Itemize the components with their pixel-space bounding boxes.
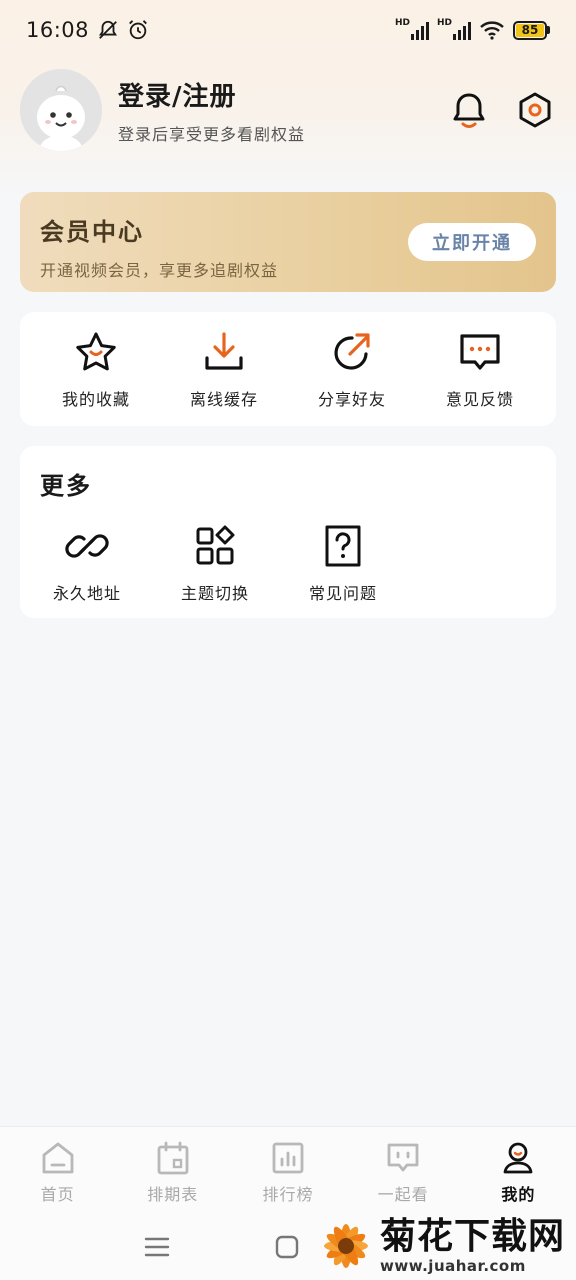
- nav-watch-together[interactable]: 一起看: [353, 1139, 453, 1212]
- menu-label: 我的收藏: [61, 390, 130, 409]
- wifi-icon: [480, 21, 504, 40]
- menu-label: 意见反馈: [445, 390, 514, 409]
- calendar-icon: [157, 1141, 189, 1175]
- nav-mine[interactable]: 我的: [468, 1139, 568, 1212]
- settings-button[interactable]: [516, 91, 554, 129]
- faq-icon: [325, 525, 361, 567]
- section-title: 更多: [40, 472, 92, 500]
- vip-center-card[interactable]: 会员中心 开通视频会员，享更多追剧权益 立即开通: [20, 192, 556, 292]
- watermark: 菊花下载网 www.juahar.com: [316, 1212, 576, 1280]
- nav-label: 一起看: [377, 1185, 429, 1204]
- nav-label: 排期表: [147, 1185, 199, 1204]
- status-time: 16:08: [26, 18, 90, 42]
- star-icon: [76, 332, 116, 371]
- signal-icon: HD: [395, 18, 429, 40]
- watermark-cn: 菊花下载网: [380, 1216, 566, 1257]
- home-square-icon[interactable]: [274, 1234, 300, 1260]
- menu-item-theme-switch[interactable]: 主题切换: [160, 524, 270, 604]
- notification-button[interactable]: [450, 91, 488, 129]
- menu-item-share[interactable]: 分享好友: [297, 330, 407, 426]
- battery-icon: 85: [513, 20, 550, 40]
- alarm-icon: [129, 20, 147, 40]
- bottom-nav: 首页 排期表 排行榜 一起看 我的: [0, 1126, 576, 1212]
- menu-item-favorites[interactable]: 我的收藏: [41, 330, 151, 426]
- avatar-mascot-icon: [20, 69, 102, 151]
- login-register-link[interactable]: 登录/注册: [118, 76, 305, 113]
- menu-item-permanent-address[interactable]: 永久地址: [32, 524, 142, 604]
- share-icon: [334, 333, 370, 370]
- menu-item-feedback[interactable]: 意见反馈: [425, 330, 535, 426]
- link-icon: [65, 534, 109, 558]
- menu-label: 主题切换: [180, 584, 249, 603]
- ranking-icon: [272, 1142, 304, 1174]
- menu-label: 分享好友: [317, 390, 386, 409]
- bell-icon: [453, 93, 485, 128]
- nav-home[interactable]: 首页: [8, 1139, 108, 1212]
- menu-item-offline-cache[interactable]: 离线缓存: [169, 330, 279, 426]
- nav-label: 我的: [501, 1185, 536, 1204]
- settings-hexagon-icon: [519, 92, 551, 128]
- status-bar: 16:08 HD HD 85: [0, 0, 576, 60]
- quick-menu-card: 我的收藏 离线缓存 分享好友 意见反馈: [20, 312, 556, 426]
- login-hint: 登录后享受更多看剧权益: [118, 124, 306, 144]
- menu-item-faq[interactable]: 常见问题: [288, 524, 398, 604]
- profile-header: 登录/注册 登录后享受更多看剧权益: [20, 68, 556, 152]
- nav-label: 排行榜: [262, 1185, 314, 1204]
- menu-icon[interactable]: [144, 1234, 170, 1260]
- mute-icon: [98, 20, 118, 39]
- avatar[interactable]: [20, 69, 102, 151]
- theme-icon: [196, 525, 235, 565]
- menu-label: 离线缓存: [189, 390, 258, 409]
- more-card: 更多 永久地址 主题切换 常见问题: [20, 446, 556, 618]
- menu-label: 永久地址: [52, 584, 121, 603]
- open-vip-button[interactable]: 立即开通: [408, 223, 536, 261]
- flower-logo-icon: [324, 1224, 368, 1268]
- feedback-icon: [460, 334, 500, 370]
- nav-ranking[interactable]: 排行榜: [238, 1139, 338, 1212]
- profile-icon: [503, 1142, 533, 1174]
- nav-label: 首页: [40, 1185, 75, 1204]
- nav-schedule[interactable]: 排期表: [123, 1139, 223, 1212]
- battery-level: 85: [516, 23, 544, 37]
- home-icon: [42, 1142, 73, 1174]
- menu-label: 常见问题: [308, 584, 377, 603]
- signal-icon-2: HD: [437, 18, 471, 40]
- watermark-en: www.juahar.com: [380, 1257, 526, 1275]
- watch-together-icon: [387, 1143, 419, 1172]
- download-icon: [205, 332, 243, 370]
